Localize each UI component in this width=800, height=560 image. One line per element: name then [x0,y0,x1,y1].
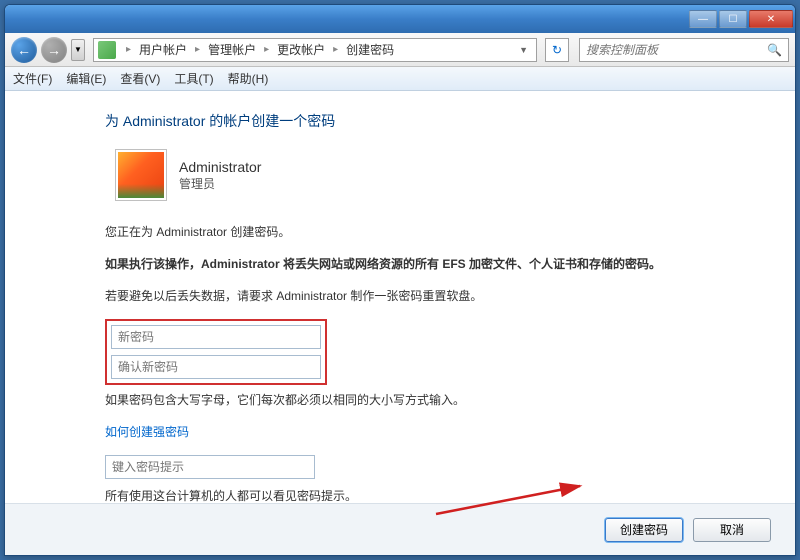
password-highlight-box [105,319,327,385]
case-hint-text: 如果密码包含大写字母，它们每次都必须以相同的大小写方式输入。 [105,391,755,409]
info-line-warning: 如果执行该操作，Administrator 将丢失网站或网络资源的所有 EFS … [105,255,755,273]
content-area: 为 Administrator 的帐户创建一个密码 Administrator … [5,91,795,503]
forward-button[interactable]: → [41,37,67,63]
window-controls: — ☐ ✕ [689,10,793,28]
user-role: 管理员 [179,175,261,192]
user-name: Administrator [179,159,261,175]
avatar [115,149,167,201]
user-text: Administrator 管理员 [179,159,261,192]
breadcrumb-separator: ▸ [329,44,342,55]
create-password-button[interactable]: 创建密码 [605,518,683,542]
menu-help[interactable]: 帮助(H) [228,70,269,87]
forward-arrow-icon: → [47,42,61,58]
close-button[interactable]: ✕ [749,10,793,28]
menu-file[interactable]: 文件(F) [13,70,52,87]
menu-edit[interactable]: 编辑(E) [66,70,106,87]
window: — ☐ ✕ ← → ▼ ▸ 用户帐户 ▸ 管理帐户 ▸ 更改帐户 ▸ 创建密码 … [4,4,796,556]
minimize-button[interactable]: — [689,10,717,28]
control-panel-icon [98,41,116,59]
new-password-input[interactable] [111,325,321,349]
refresh-icon: ↻ [552,43,562,57]
chevron-down-icon: ▼ [74,45,82,54]
address-dropdown[interactable]: ▼ [515,45,532,55]
breadcrumb-separator: ▸ [191,44,204,55]
info-line-1: 您正在为 Administrator 创建密码。 [105,223,755,241]
page-title: 为 Administrator 的帐户创建一个密码 [105,111,755,131]
titlebar: — ☐ ✕ [5,5,795,33]
nav-history-dropdown[interactable]: ▼ [71,39,85,61]
maximize-icon: ☐ [729,14,738,25]
breadcrumb-item[interactable]: 管理帐户 [206,40,258,59]
maximize-button[interactable]: ☐ [719,10,747,28]
breadcrumb-item[interactable]: 用户帐户 [137,40,189,59]
address-bar[interactable]: ▸ 用户帐户 ▸ 管理帐户 ▸ 更改帐户 ▸ 创建密码 ▼ [93,38,537,62]
breadcrumb-separator: ▸ [122,44,135,55]
search-icon: 🔍 [767,43,782,57]
confirm-password-input[interactable] [111,355,321,379]
footer-bar: 创建密码 取消 [5,503,795,555]
search-input[interactable] [586,43,767,57]
breadcrumb-item[interactable]: 更改帐户 [275,40,327,59]
menu-tools[interactable]: 工具(T) [174,70,213,87]
minimize-icon: — [698,14,708,25]
strong-password-link[interactable]: 如何创建强密码 [105,425,189,439]
search-box[interactable]: 🔍 [579,38,789,62]
breadcrumb: ▸ 用户帐户 ▸ 管理帐户 ▸ 更改帐户 ▸ 创建密码 [122,40,396,59]
refresh-button[interactable]: ↻ [545,38,569,62]
user-info-row: Administrator 管理员 [115,149,755,201]
info-line-3: 若要避免以后丢失数据，请要求 Administrator 制作一张密码重置软盘。 [105,287,755,305]
password-hint-input[interactable] [105,455,315,479]
back-arrow-icon: ← [17,42,31,58]
cancel-button[interactable]: 取消 [693,518,771,542]
menu-view[interactable]: 查看(V) [120,70,160,87]
breadcrumb-separator: ▸ [260,44,273,55]
breadcrumb-item[interactable]: 创建密码 [344,40,396,59]
avatar-image [118,152,164,198]
back-button[interactable]: ← [11,37,37,63]
hint-visibility-text: 所有使用这台计算机的人都可以看见密码提示。 [105,487,755,503]
close-icon: ✕ [767,14,775,25]
menu-bar: 文件(F) 编辑(E) 查看(V) 工具(T) 帮助(H) [5,67,795,91]
navigation-bar: ← → ▼ ▸ 用户帐户 ▸ 管理帐户 ▸ 更改帐户 ▸ 创建密码 ▼ ↻ 🔍 [5,33,795,67]
